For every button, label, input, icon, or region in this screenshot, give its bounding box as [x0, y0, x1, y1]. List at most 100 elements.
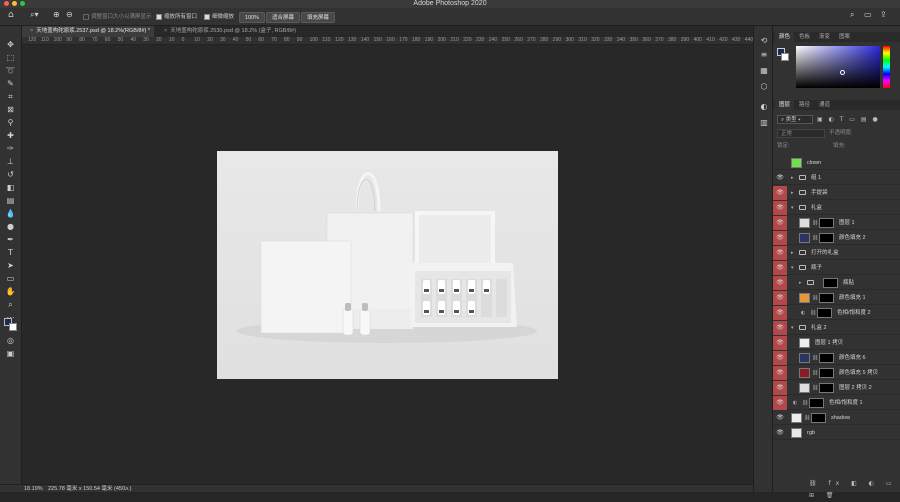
filter-kind-select[interactable]: ⌕ 类型 ▾ — [777, 115, 813, 124]
zoom-tool-icon[interactable]: ⌕ — [5, 300, 16, 310]
frame-tool-icon[interactable]: ⊠ — [5, 105, 16, 115]
layer-row[interactable]: 👁 ▸ 组 1 — [773, 171, 900, 185]
layer-row[interactable]: 👁 ▾ 礼盒 2 — [773, 321, 900, 335]
expand-arrow-icon[interactable]: ▾ — [791, 321, 794, 335]
marquee-tool-icon[interactable]: ⬚ — [5, 53, 16, 63]
link-icon[interactable]: ⛓ — [812, 291, 818, 305]
layers-footer-icons[interactable]: ⛓ fx ◧ ◐ ▭ ⊞ 🗑 — [773, 478, 900, 499]
search-icon[interactable]: ⌕ — [850, 10, 854, 20]
link-icon[interactable]: ⛓ — [802, 396, 808, 410]
properties-panel-icon[interactable]: ≡ — [759, 50, 769, 60]
tab-gradients[interactable]: 渐变 — [815, 32, 834, 42]
layer-row[interactable]: 👁 rgb — [773, 426, 900, 440]
layer-row[interactable]: 👁 ⛓ 颜色填充 1 — [773, 291, 900, 305]
healing-brush-tool-icon[interactable]: ✚ — [5, 131, 16, 141]
type-tool-icon[interactable]: T — [5, 248, 16, 258]
visibility-eye-icon[interactable]: 👁 — [773, 216, 787, 230]
layer-mask-thumbnail[interactable] — [819, 353, 834, 363]
layer-thumbnail[interactable] — [799, 338, 810, 348]
quick-select-tool-icon[interactable]: ✎ — [5, 79, 16, 89]
tab-patterns[interactable]: 图案 — [835, 32, 854, 42]
layer-thumbnail[interactable] — [799, 293, 810, 303]
visibility-eye-icon[interactable]: 👁 — [773, 291, 787, 305]
visibility-eye-icon[interactable]: 👁 — [773, 381, 787, 395]
layer-row[interactable]: 👁 ⛓ 颜色填充 2 — [773, 231, 900, 245]
tab-layers[interactable]: 图层 — [775, 100, 795, 110]
crop-tool-icon[interactable]: ⌗ — [5, 92, 16, 102]
layer-row[interactable]: clown — [773, 156, 900, 170]
expand-arrow-icon[interactable]: ▾ — [791, 201, 794, 215]
link-icon[interactable]: ⛓ — [810, 306, 816, 320]
history-brush-tool-icon[interactable]: ↺ — [5, 170, 16, 180]
collapse-arrow-icon[interactable]: ▸ — [791, 171, 794, 185]
link-icon[interactable]: ⛓ — [812, 216, 818, 230]
color-picker-cursor[interactable] — [840, 70, 845, 75]
visibility-eye-icon[interactable]: 👁 — [773, 321, 787, 335]
styles-panel-icon[interactable]: ▥ — [759, 118, 769, 128]
background-color-swatch[interactable] — [9, 323, 17, 331]
layer-row[interactable]: 👁 ⛓ shadow — [773, 411, 900, 425]
document-canvas[interactable] — [217, 151, 558, 379]
layer-mask-thumbnail[interactable] — [823, 278, 838, 288]
layer-row[interactable]: 👁 ⛓ 颜色填充 6 — [773, 351, 900, 365]
move-tool-icon[interactable]: ✥ — [5, 40, 16, 50]
visibility-eye-icon[interactable]: 👁 — [773, 276, 787, 290]
layer-thumbnail[interactable] — [791, 158, 802, 168]
panel-background-swatch[interactable] — [781, 53, 789, 61]
fit-screen-button[interactable]: 适合屏幕 — [266, 12, 301, 23]
history-panel-icon[interactable]: ⟲ — [759, 36, 769, 46]
canvas-area[interactable] — [22, 45, 753, 484]
visibility-eye-icon[interactable]: 👁 — [773, 366, 787, 380]
rectangle-tool-icon[interactable]: ▭ — [5, 274, 16, 284]
home-icon[interactable]: ⌂ — [8, 10, 14, 20]
layer-row[interactable]: 👁 ⛓ 图层 2 拷贝 2 — [773, 381, 900, 395]
visibility-eye-icon[interactable]: 👁 — [773, 396, 787, 410]
layer-mask-thumbnail[interactable] — [817, 308, 832, 318]
tab-color[interactable]: 颜色 — [775, 32, 795, 42]
zoom-out-icon[interactable]: ⊖ — [66, 10, 73, 20]
pen-tool-icon[interactable]: ✒ — [5, 235, 16, 245]
path-select-tool-icon[interactable]: ➤ — [5, 261, 16, 271]
layer-thumbnail[interactable] — [791, 413, 802, 423]
link-icon[interactable]: ⛓ — [812, 366, 818, 380]
layer-mask-thumbnail[interactable] — [819, 293, 834, 303]
visibility-eye-icon[interactable]: 👁 — [773, 186, 787, 200]
collapse-arrow-icon[interactable]: ▸ — [799, 276, 802, 290]
layer-row[interactable]: 👁 ▸ 打开的礼盒 — [773, 246, 900, 260]
visibility-eye-icon[interactable]: 👁 — [773, 336, 787, 350]
tab-paths[interactable]: 路径 — [795, 100, 814, 110]
layer-row[interactable]: 👁 图层 1 拷贝 — [773, 336, 900, 350]
layer-thumbnail[interactable] — [799, 218, 810, 228]
blend-mode-select[interactable]: 正常 — [777, 129, 825, 138]
layer-row[interactable]: 👁 ⛓ 颜色填充 5 拷贝 — [773, 366, 900, 380]
visibility-eye-icon[interactable]: 👁 — [773, 426, 787, 440]
fill-screen-button[interactable]: 填充屏幕 — [301, 12, 336, 23]
layer-mask-thumbnail[interactable] — [819, 233, 834, 243]
layer-row[interactable]: 👁 ▸ 手提袋 — [773, 186, 900, 200]
layer-mask-thumbnail[interactable] — [809, 398, 824, 408]
visibility-eye-icon[interactable]: 👁 — [773, 231, 787, 245]
zoom-in-icon[interactable]: ⊕ — [53, 10, 60, 20]
visibility-eye-icon[interactable]: 👁 — [773, 411, 787, 425]
layer-mask-thumbnail[interactable] — [811, 413, 826, 423]
zoom-tool-icon[interactable]: ⌕▾ — [30, 10, 39, 20]
quick-mask-icon[interactable]: ◎ — [5, 336, 16, 346]
link-icon[interactable]: ⛓ — [812, 231, 818, 245]
hand-tool-icon[interactable]: ✋ — [5, 287, 16, 297]
tab-document-2[interactable]: × 天地盖构砣原浆.2530.psd @ 18.2% (盒子, RGB/8#) — [156, 26, 316, 37]
dodge-tool-icon[interactable]: ● — [5, 222, 16, 232]
tab-document-1[interactable]: × 天地盖构砣原浆.2537.psd @ 18.2%(RGB/8#) * — [22, 26, 154, 37]
close-tab-icon[interactable]: × — [164, 28, 167, 34]
close-tab-icon[interactable]: × — [30, 28, 33, 34]
hue-slider[interactable] — [883, 46, 890, 88]
screen-mode-icon[interactable]: ▣ — [5, 349, 16, 359]
layer-thumbnail[interactable] — [791, 428, 802, 438]
zoom-all-windows-option[interactable]: 缩放所有窗口 — [156, 12, 197, 22]
blur-tool-icon[interactable]: 💧 — [5, 209, 16, 219]
learn-panel-icon[interactable]: ◐ — [759, 102, 769, 112]
color-field[interactable] — [796, 46, 880, 88]
brush-tool-icon[interactable]: ✑ — [5, 144, 16, 154]
visibility-eye-icon[interactable]: 👁 — [773, 201, 787, 215]
gradient-tool-icon[interactable]: ▤ — [5, 196, 16, 206]
lasso-tool-icon[interactable]: ➰ — [5, 66, 16, 76]
